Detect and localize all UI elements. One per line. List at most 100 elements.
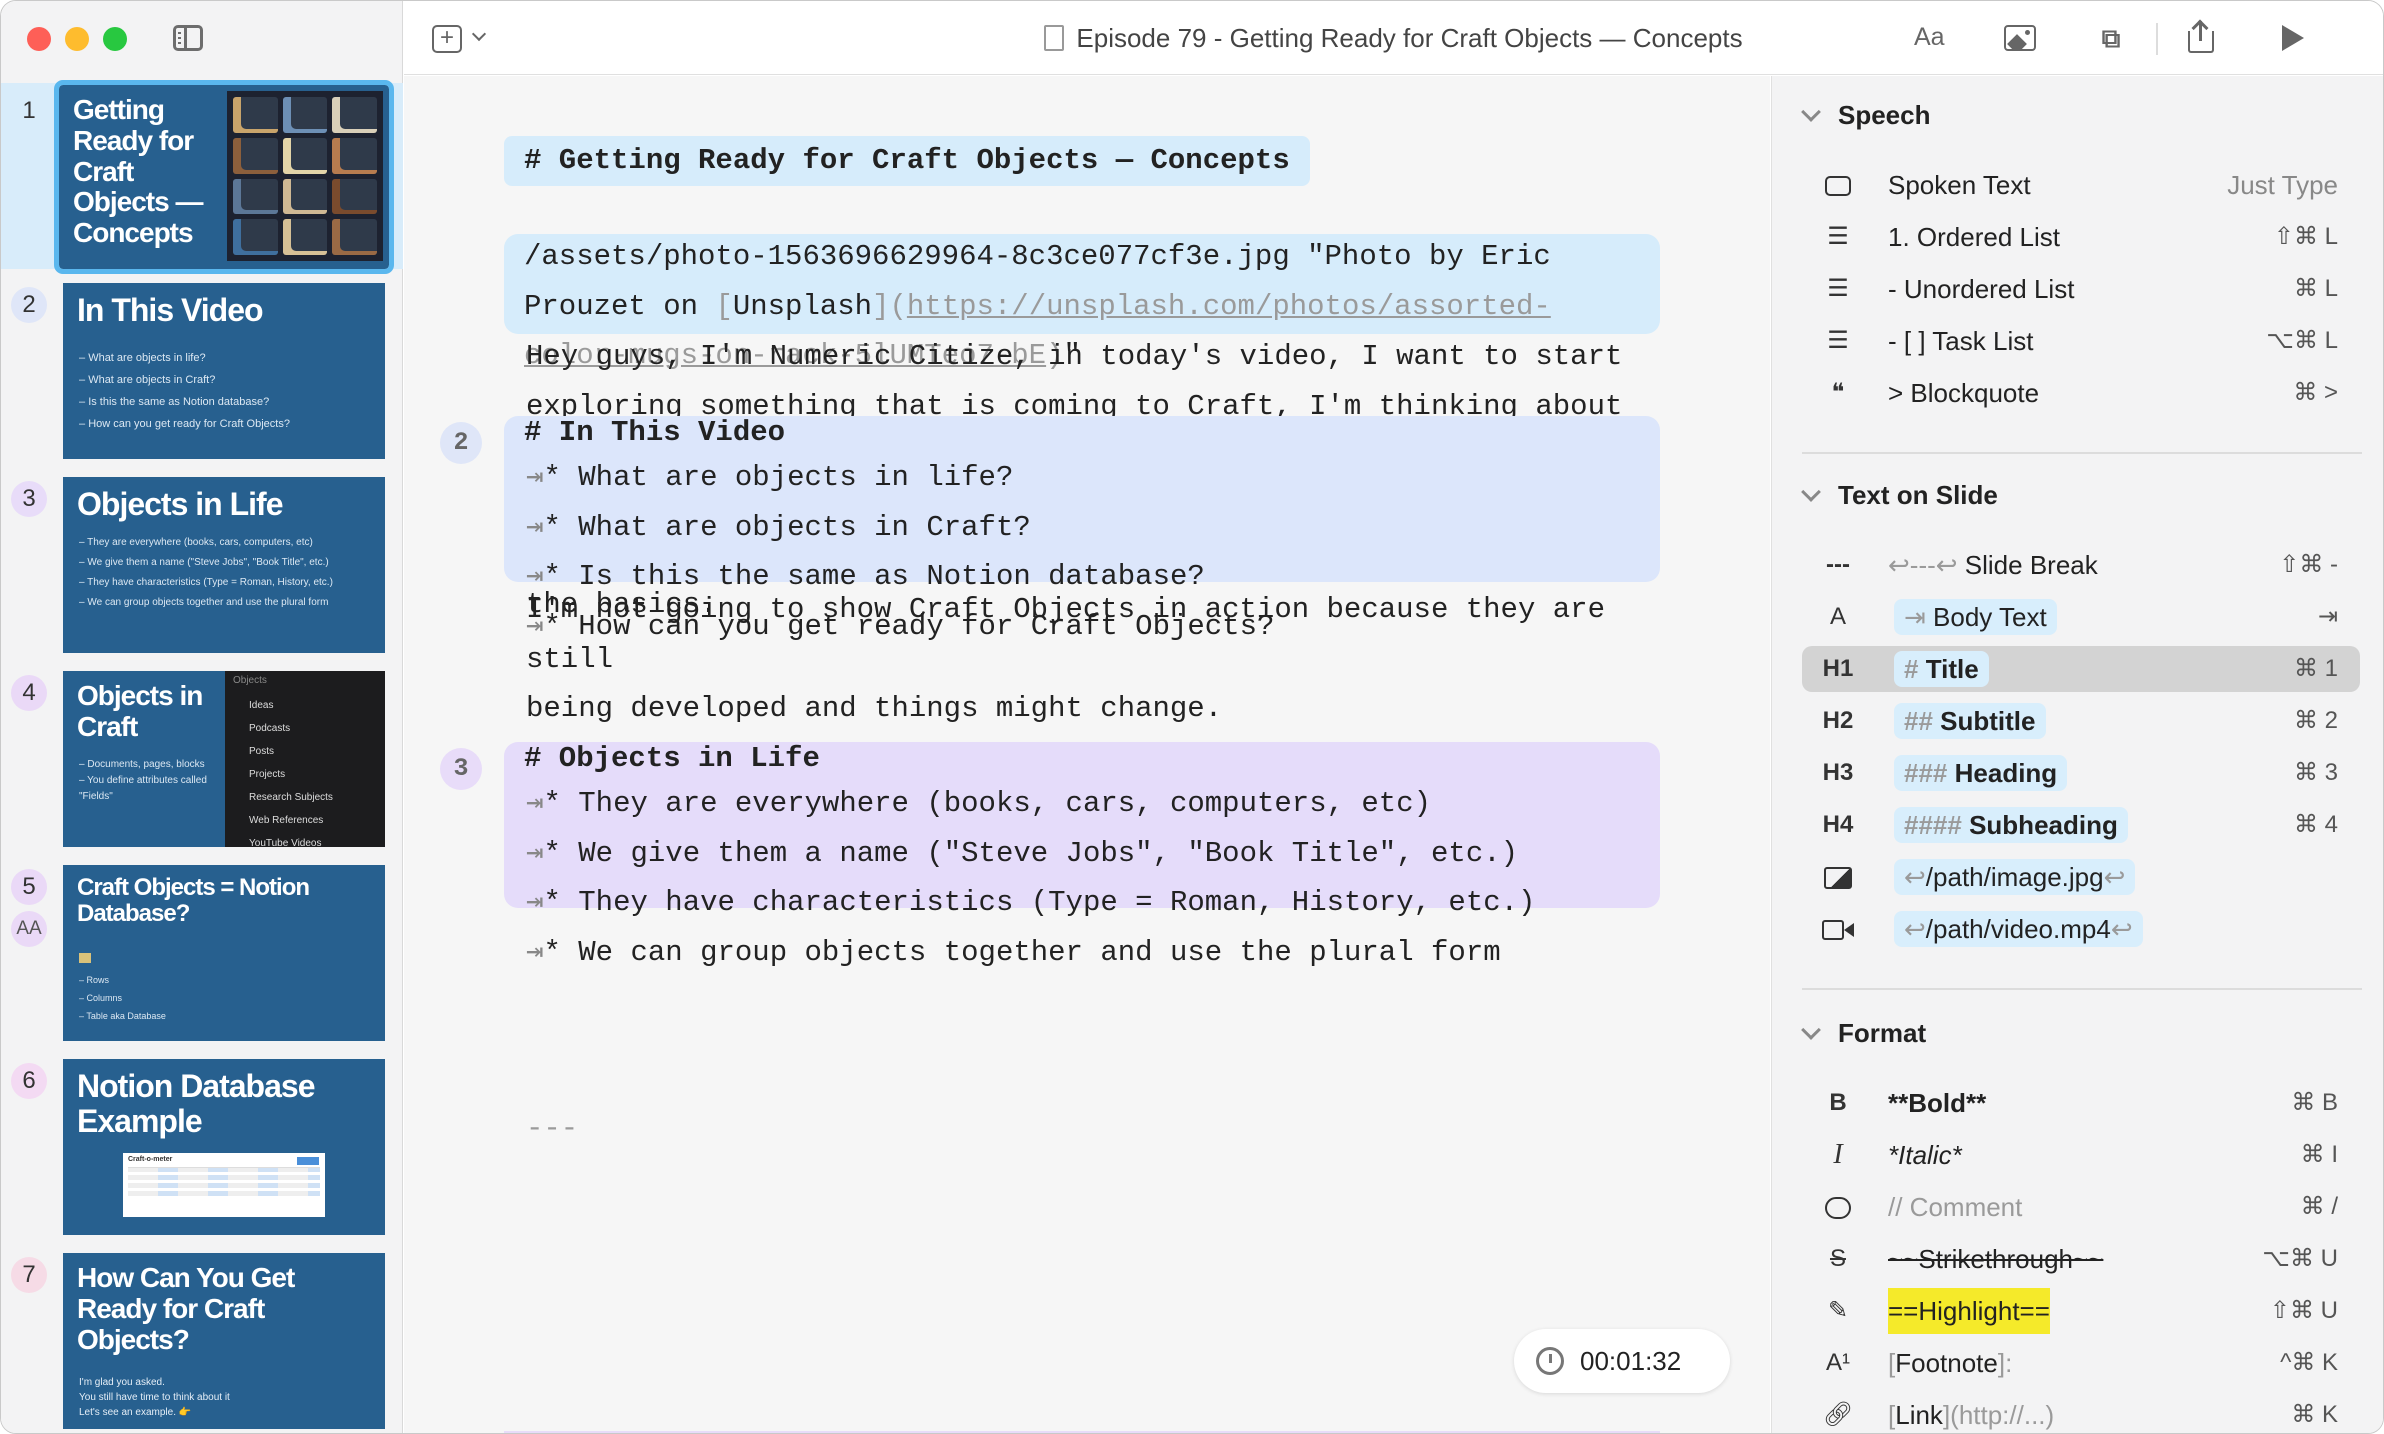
heading-block[interactable]: # Getting Ready for Craft Objects — Conc… (504, 136, 1310, 186)
zoom-window-button[interactable] (103, 27, 127, 51)
row-highlight[interactable]: ✎ ==Highlight== ⇧⌘ U (1802, 1288, 2383, 1334)
font-button[interactable]: Aa (1914, 23, 1945, 52)
h1-icon: H1 (1822, 655, 1854, 682)
slide-thumbnail-1[interactable]: Getting Ready for Craft Objects — Concep… (54, 80, 394, 274)
slide-bullet: They have characteristics (Type = Roman,… (79, 573, 333, 593)
slide-marker-3[interactable]: 3 (440, 748, 482, 790)
slide-bullets: Documents, pages, blocks You define attr… (79, 757, 219, 805)
section-speech[interactable]: Speech (1804, 100, 1931, 131)
row-title[interactable]: H1 # Title ⌘ 1 (1802, 646, 2360, 692)
bullet-text: * What are objects in Craft? (543, 510, 1031, 544)
slide-bullet: They are everywhere (books, cars, comput… (79, 533, 333, 553)
timer-display[interactable]: 00:01:32 (1514, 1329, 1730, 1393)
share-icon[interactable] (2188, 19, 2214, 53)
syntax-prefix: # (1904, 654, 1919, 684)
row-label: Title (1925, 654, 1979, 684)
slide-number: 2 (11, 287, 47, 323)
row-shortcut: ⌘ 2 (2293, 707, 2338, 734)
slide-number: 5 (11, 869, 47, 905)
tab-icon: ⇥ (526, 787, 544, 820)
row-link[interactable]: 🔗︎ [Link](http://...) ⌘ K (1802, 1392, 2383, 1433)
slide-title: Getting Ready for Craft Objects — Concep… (73, 94, 203, 249)
slide-thumbnail-5[interactable]: Craft Objects = Notion Database? Rows Co… (63, 865, 385, 1041)
row-video[interactable]: ↩/path/video.mp4↩ (1802, 906, 2383, 952)
slide-title-text: # Objects in Life (524, 742, 820, 775)
row-label: **Bold** (1888, 1088, 1987, 1118)
slide-thumbnail-7[interactable]: How Can You Get Ready for Craft Objects?… (63, 1253, 385, 1429)
section-title: Speech (1838, 100, 1931, 130)
minimize-window-button[interactable] (65, 27, 89, 51)
image-path-line: /assets/photo-1563696629964-8c3ce077cf3e… (524, 240, 1551, 273)
slide-lines: I'm glad you asked. You still have time … (79, 1375, 230, 1420)
objects-panel-header: Objects (233, 675, 267, 686)
row-footnote[interactable]: A¹ [Footnote]: ^⌘ K (1802, 1340, 2383, 1386)
close-window-button[interactable] (27, 27, 51, 51)
slide-thumbnail-4[interactable]: Objects in Craft Documents, pages, block… (63, 671, 385, 847)
bullet-text: * What are objects in life? (543, 461, 1014, 494)
row-comment[interactable]: // Comment ⌘ / (1802, 1184, 2383, 1230)
row-subheading[interactable]: H4 #### Subheading ⌘ 4 (1802, 802, 2383, 848)
link-icon: 🔗︎ (1822, 1401, 1854, 1428)
row-bold[interactable]: B **Bold** ⌘ B (1802, 1080, 2383, 1126)
image-block[interactable]: /assets/photo-1563696629964-8c3ce077cf3e… (504, 234, 1660, 372)
row-shortcut: ⌘ I (2300, 1141, 2338, 1168)
slide-bullet: Documents, pages, blocks (79, 757, 219, 773)
row-label: - Unordered List (1888, 274, 2075, 304)
row-strikethrough[interactable]: S ~~Strikethrough~~ ⌥⌘ U (1802, 1236, 2383, 1282)
syntax-prefix: ↩---↩ (1888, 550, 1958, 580)
slide-row-2[interactable]: 2 In This Video What are objects in life… (1, 277, 403, 463)
row-body-text[interactable]: A ⇥ Body Text ⇥ (1802, 594, 2383, 640)
slide-row-1[interactable]: 1 Getting Ready for Craft Objects — Conc… (1, 80, 403, 274)
slide-marker-2[interactable]: 2 (440, 422, 482, 464)
image-icon[interactable] (2004, 25, 2036, 51)
slide-thumbnail-3[interactable]: Objects in Life They are everywhere (boo… (63, 477, 385, 653)
row-slide-break[interactable]: --- ↩---↩ Slide Break ⇧⌘ - (1802, 542, 2383, 588)
video-camera-icon (1818, 906, 1858, 952)
section-format[interactable]: Format (1804, 1018, 1926, 1049)
syntax-prefix: ↩ (1904, 914, 1926, 944)
row-shortcut: ⌘ > (2293, 379, 2338, 406)
theme-icon[interactable]: ⧉ (2096, 23, 2126, 53)
sidebar-toggle-icon[interactable] (173, 25, 203, 51)
slide-bullet: We give them a name ("Steve Jobs", "Book… (79, 553, 333, 573)
slide-row-7[interactable]: 7 How Can You Get Ready for Craft Object… (1, 1247, 403, 1433)
slide-bullet: Rows (79, 971, 166, 989)
row-image[interactable]: ↩/path/image.jpg↩ (1802, 854, 2383, 900)
link-text: Unsplash (732, 289, 873, 323)
row-italic[interactable]: I *Italic* ⌘ I (1802, 1132, 2383, 1178)
row-subtitle[interactable]: H2 ## Subtitle ⌘ 2 (1802, 698, 2383, 744)
row-label: Spoken Text (1888, 170, 2031, 200)
play-icon[interactable] (2282, 25, 2304, 51)
bracket: ]( (872, 289, 907, 323)
slide-bullets: Rows Columns Table aka Database (79, 971, 166, 1025)
row-spoken-text[interactable]: Spoken Text Just Type (1802, 162, 2383, 208)
slide-line: You still have time to think about it (79, 1392, 230, 1403)
slide-row-4[interactable]: 4 Objects in Craft Documents, pages, blo… (1, 665, 403, 851)
row-unordered-list[interactable]: ☰ - Unordered List ⌘ L (1802, 266, 2383, 312)
slide-title: Craft Objects = Notion Database? (77, 874, 310, 928)
row-blockquote[interactable]: ❝ > Blockquote ⌘ > (1802, 370, 2383, 416)
row-label: 1. Ordered List (1888, 222, 2060, 252)
link-url[interactable]: https://unsplash.com/photos/assorted- (907, 290, 1551, 323)
slide-row-5[interactable]: 5 AA Craft Objects = Notion Database? Ro… (1, 859, 403, 1045)
document-icon (1044, 25, 1065, 51)
row-task-list[interactable]: ☰ - [ ] Task List ⌥⌘ L (1802, 318, 2383, 364)
row-shortcut: ⌥⌘ L (2266, 327, 2338, 354)
objects-item: Projects (249, 769, 286, 780)
slide-row-6[interactable]: 6 Notion Database Example Craft-o-meter (1, 1053, 403, 1239)
section-text-on-slide[interactable]: Text on Slide (1804, 480, 1998, 511)
objects-item: Research Subjects (249, 792, 333, 803)
slide-row-3[interactable]: 3 Objects in Life They are everywhere (b… (1, 471, 403, 657)
section-divider (1802, 988, 2362, 990)
slide-thumbnail-2[interactable]: In This Video What are objects in life? … (63, 283, 385, 459)
objects-item: YouTube Videos (249, 838, 322, 847)
bullet-text: * We give them a name ("Steve Jobs", "Bo… (543, 836, 1519, 870)
italic-icon: I (1833, 1139, 1843, 1170)
row-ordered-list[interactable]: ☰ 1. Ordered List ⇧⌘ L (1802, 214, 2383, 260)
script-editor[interactable]: # Getting Ready for Craft Objects — Conc… (404, 76, 1770, 1433)
slide-number: 1 (22, 97, 36, 124)
row-heading[interactable]: H3 ### Heading ⌘ 3 (1802, 750, 2383, 796)
slide-thumbnail-6[interactable]: Notion Database Example Craft-o-meter (63, 1059, 385, 1235)
notion-database-screenshot: Craft-o-meter (123, 1153, 325, 1217)
row-shortcut: ⌘ B (2291, 1089, 2338, 1116)
